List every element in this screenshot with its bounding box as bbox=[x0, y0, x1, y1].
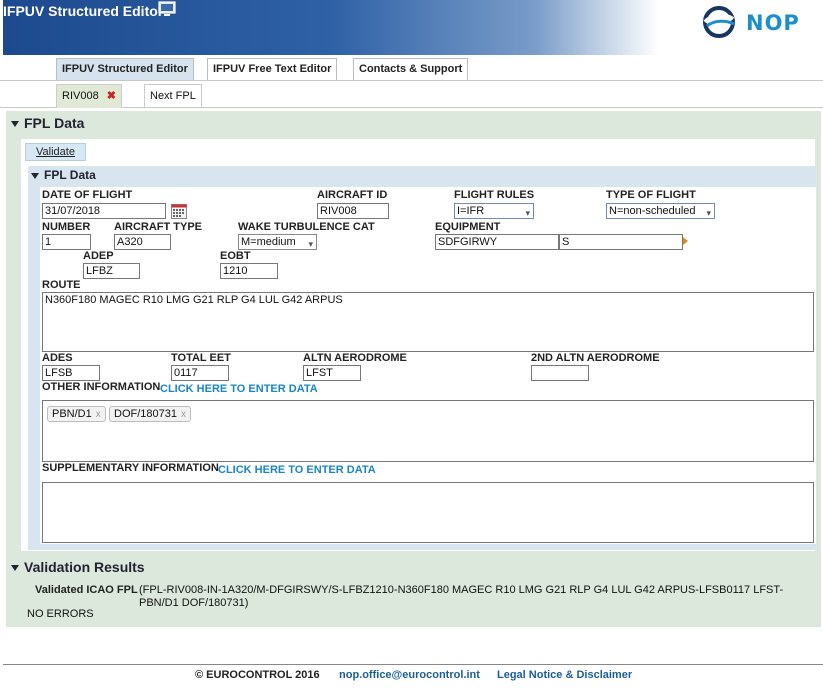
altn2-aerodrome-input[interactable] bbox=[531, 365, 589, 381]
supplementary-info-label: SUPPLEMENTARY INFORMATION bbox=[42, 462, 219, 474]
equipment-input[interactable]: SDFGIRWY bbox=[435, 234, 559, 250]
chevron-down-icon: ▾ bbox=[308, 239, 313, 249]
monitor-icon[interactable] bbox=[158, 1, 176, 18]
flight-tab-label: RIV008 bbox=[62, 90, 99, 102]
altn-aerodrome-label: ALTN AERODROME bbox=[303, 352, 407, 364]
altn-aerodrome-input[interactable]: LFST bbox=[303, 365, 361, 381]
type-of-flight-label: TYPE OF FLIGHT bbox=[606, 189, 696, 201]
collapse-icon bbox=[11, 121, 19, 128]
wake-turbulence-label: WAKE TURBULENCE CAT bbox=[238, 221, 375, 233]
aircraft-type-label: AIRCRAFT TYPE bbox=[114, 221, 202, 233]
tab-contacts-support[interactable]: Contacts & Support bbox=[353, 58, 469, 80]
other-info-area: PBN/D1 x DOF/180731 x bbox=[42, 400, 814, 462]
fpl-data-subheader[interactable]: FPL Data bbox=[31, 168, 96, 182]
date-of-flight-label: DATE OF FLIGHT bbox=[42, 189, 133, 201]
flight-tab-riv008[interactable]: RIV008 ✖ bbox=[56, 84, 122, 108]
other-info-label: OTHER INFORMATION bbox=[42, 381, 161, 393]
aircraft-type-input[interactable]: A320 bbox=[114, 234, 171, 250]
chevron-down-icon: ▾ bbox=[706, 208, 711, 218]
chip-dof: DOF/180731 x bbox=[109, 406, 191, 422]
flight-rules-select[interactable]: I=IFR ▾ bbox=[454, 203, 534, 219]
footer-email-link[interactable]: nop.office@eurocontrol.int bbox=[339, 669, 480, 681]
equipment-label: EQUIPMENT bbox=[435, 221, 501, 233]
nop-logo: NOP bbox=[702, 6, 802, 38]
remove-chip-icon[interactable]: x bbox=[96, 409, 101, 420]
wake-turbulence-select[interactable]: M=medium ▾ bbox=[238, 234, 317, 250]
arrow-right-icon[interactable] bbox=[683, 237, 688, 245]
tab-free-text-editor[interactable]: IFPUV Free Text Editor bbox=[207, 58, 338, 80]
validated-icao-label: Validated ICAO FPL bbox=[35, 584, 138, 596]
aircraft-id-input[interactable]: RIV008 bbox=[317, 203, 389, 219]
collapse-icon bbox=[11, 565, 19, 572]
flight-tab-next-fpl[interactable]: Next FPL bbox=[144, 84, 202, 108]
altn2-aerodrome-label: 2ND ALTN AERODROME bbox=[531, 352, 660, 364]
validation-results-header[interactable]: Validation Results bbox=[11, 559, 145, 575]
footer-copyright: © EUROCONTROL 2016 bbox=[195, 669, 320, 681]
total-eet-label: TOTAL EET bbox=[171, 352, 231, 364]
supplementary-info-area[interactable] bbox=[42, 482, 814, 543]
ades-label: ADES bbox=[42, 352, 73, 364]
eobt-input[interactable]: 1210 bbox=[220, 263, 278, 279]
eurocontrol-swirl-icon bbox=[703, 6, 735, 38]
ades-input[interactable]: LFSB bbox=[42, 365, 100, 381]
app-title: IFPUV Structured Editor bbox=[3, 3, 164, 19]
validate-button[interactable]: Validate bbox=[25, 143, 86, 161]
chevron-down-icon: ▾ bbox=[525, 208, 530, 218]
number-label: NUMBER bbox=[42, 221, 91, 233]
surveillance-equipment-input[interactable]: S bbox=[559, 234, 683, 250]
route-textarea[interactable]: N360F180 MAGEC R10 LMG G21 RLP G4 LUL G4… bbox=[42, 292, 814, 352]
calendar-icon[interactable] bbox=[171, 203, 187, 219]
adep-label: ADEP bbox=[83, 250, 114, 262]
supplementary-info-link[interactable]: CLICK HERE TO ENTER DATA bbox=[218, 464, 376, 476]
nop-logo-text: NOP bbox=[746, 11, 800, 35]
remove-chip-icon[interactable]: x bbox=[181, 409, 186, 420]
collapse-icon bbox=[31, 172, 39, 179]
flight-tab-bar: RIV008 ✖ Next FPL bbox=[0, 84, 823, 108]
other-info-link[interactable]: CLICK HERE TO ENTER DATA bbox=[160, 383, 318, 395]
footer-legal-link[interactable]: Legal Notice & Disclaimer bbox=[497, 669, 632, 681]
flight-rules-label: FLIGHT RULES bbox=[454, 189, 535, 201]
tab-structured-editor[interactable]: IFPUV Structured Editor bbox=[56, 58, 194, 80]
footer-divider bbox=[3, 664, 823, 665]
number-input[interactable]: 1 bbox=[42, 234, 91, 250]
total-eet-input[interactable]: 0117 bbox=[171, 365, 229, 381]
main-tab-bar: IFPUV Structured Editor IFPUV Free Text … bbox=[0, 57, 823, 81]
route-label: ROUTE bbox=[42, 279, 81, 291]
type-of-flight-select[interactable]: N=non-scheduled ▾ bbox=[606, 203, 715, 219]
adep-input[interactable]: LFBZ bbox=[83, 263, 140, 279]
chip-pbn: PBN/D1 x bbox=[47, 406, 106, 422]
aircraft-id-label: AIRCRAFT ID bbox=[317, 189, 388, 201]
eobt-label: EOBT bbox=[220, 250, 251, 262]
validation-status: NO ERRORS bbox=[27, 608, 94, 620]
validated-icao-text: (FPL-RIV008-IN-1A320/M-DFGIRSWY/S-LFBZ12… bbox=[139, 584, 784, 609]
fpl-data-header[interactable]: FPL Data bbox=[11, 115, 84, 131]
close-icon[interactable]: ✖ bbox=[107, 85, 116, 108]
date-of-flight-input[interactable]: 31/07/2018 bbox=[42, 203, 166, 219]
